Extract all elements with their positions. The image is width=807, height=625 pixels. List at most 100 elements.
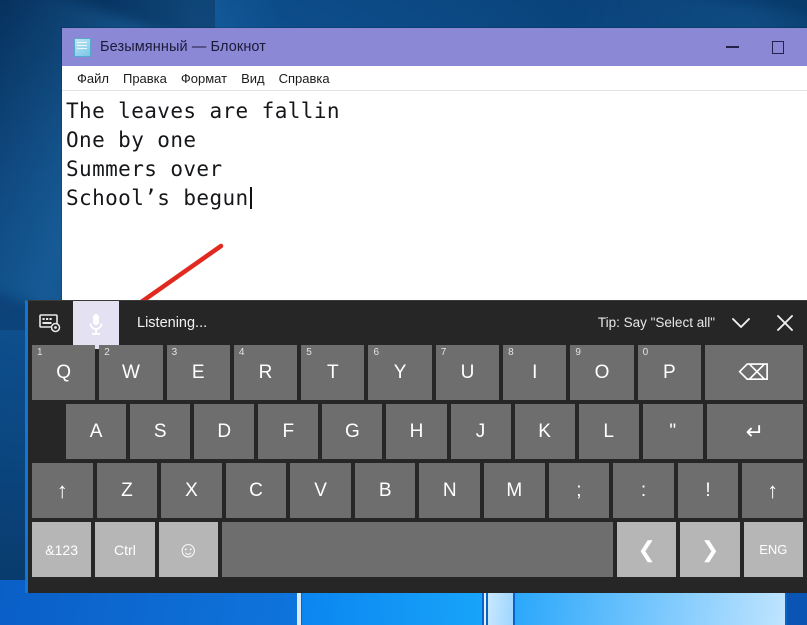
key-label: T — [327, 361, 339, 383]
key-quote[interactable]: " — [642, 404, 703, 459]
close-icon[interactable] — [765, 301, 805, 345]
key-ctrl[interactable]: Ctrl — [95, 522, 155, 577]
key-r[interactable]: 4R — [233, 345, 298, 400]
chevron-right-icon: ❯ — [700, 536, 720, 562]
keyboard-row-2: A S D F G H J K L " ↵ — [32, 404, 803, 459]
key-x[interactable]: X — [161, 463, 222, 518]
key-u[interactable]: 7U — [435, 345, 500, 400]
keyboard-row-1: 1Q 2W 3E 4R 5T 6Y 7U 8I 9O 0P ⌫ — [32, 345, 804, 400]
keyboard-keys[interactable]: 1Q 2W 3E 4R 5T 6Y 7U 8I 9O 0P ⌫ A S D F … — [28, 345, 807, 577]
key-language[interactable]: ENG — [743, 522, 803, 577]
key-label: Q — [56, 361, 72, 383]
key-label: H — [409, 420, 424, 442]
key-z[interactable]: Z — [96, 463, 158, 518]
key-label: &123 — [45, 541, 78, 558]
key-shift-left[interactable]: ↑ — [32, 463, 93, 518]
key-b[interactable]: B — [354, 463, 416, 518]
key-h[interactable]: H — [386, 404, 447, 459]
key-backspace[interactable]: ⌫ — [704, 345, 804, 400]
key-m[interactable]: M — [484, 463, 545, 518]
key-label: X — [185, 479, 198, 501]
menu-item-edit[interactable]: Правка — [116, 66, 174, 91]
key-p[interactable]: 0P — [637, 345, 701, 400]
key-g[interactable]: G — [322, 404, 383, 459]
touch-keyboard-panel[interactable]: Listening... Tip: Say "Select all" 1Q 2W… — [25, 300, 807, 593]
notepad-window[interactable]: Безымянный — Блокнот Файл Правка Формат … — [62, 28, 807, 318]
key-label: R — [258, 361, 273, 383]
menu-item-format[interactable]: Формат — [174, 66, 234, 91]
key-t[interactable]: 5T — [301, 345, 365, 400]
key-exclamation[interactable]: ! — [677, 463, 739, 518]
key-f[interactable]: F — [258, 404, 319, 459]
key-sup: 6 — [373, 347, 380, 358]
keyboard-row-3: ↑ Z X C V B N M ; : ! ↑ — [32, 463, 803, 518]
minimize-icon — [725, 46, 739, 48]
key-space[interactable] — [221, 522, 614, 577]
key-d[interactable]: D — [194, 404, 255, 459]
key-s[interactable]: S — [130, 404, 191, 459]
listening-status: Listening... — [137, 315, 208, 331]
notepad-menubar[interactable]: Файл Правка Формат Вид Справка — [62, 66, 807, 91]
microphone-button[interactable] — [73, 301, 119, 349]
key-sup: 5 — [306, 347, 312, 358]
emoji-smiley-icon: ☺ — [176, 536, 200, 562]
key-label: M — [506, 479, 523, 501]
key-w[interactable]: 2W — [99, 345, 163, 400]
key-e[interactable]: 3E — [166, 345, 230, 400]
key-emoji[interactable]: ☺ — [158, 522, 218, 577]
key-o[interactable]: 9O — [570, 345, 634, 400]
key-label: G — [345, 420, 360, 442]
key-sup: 8 — [508, 347, 514, 358]
microphone-icon — [89, 314, 103, 335]
maximize-button[interactable] — [755, 28, 801, 66]
chevron-down-icon[interactable] — [721, 301, 761, 345]
key-sup: 3 — [171, 347, 178, 358]
key-label: P — [662, 361, 676, 383]
key-y[interactable]: 6Y — [368, 345, 432, 400]
key-shift-right[interactable]: ↑ — [742, 463, 803, 518]
key-q[interactable]: 1Q — [32, 345, 96, 400]
key-i[interactable]: 8I — [503, 345, 567, 400]
key-label: ; — [576, 479, 582, 501]
key-label: ! — [705, 479, 711, 501]
notepad-text-area[interactable]: The leaves are fallin One by one Summers… — [62, 91, 807, 318]
key-j[interactable]: J — [450, 404, 511, 459]
key-l[interactable]: L — [578, 404, 639, 459]
key-label: K — [538, 420, 551, 442]
key-label: D — [217, 420, 232, 442]
key-sup: 9 — [575, 347, 581, 358]
text-line: The leaves are fallin — [66, 99, 340, 123]
text-line: Summers over — [66, 157, 223, 181]
key-colon[interactable]: : — [613, 463, 674, 518]
notepad-title: Безымянный — Блокнот — [100, 39, 267, 55]
key-v[interactable]: V — [290, 463, 351, 518]
key-enter[interactable]: ↵ — [706, 404, 803, 459]
menu-item-file[interactable]: Файл — [70, 66, 116, 91]
key-c[interactable]: C — [225, 463, 287, 518]
text-line: School’s begun — [66, 186, 249, 210]
key-label: B — [378, 479, 392, 501]
voice-tip-text: Tip: Say "Select all" — [597, 315, 715, 330]
key-symbols[interactable]: &123 — [32, 522, 92, 577]
key-n[interactable]: N — [419, 463, 481, 518]
keyboard-settings-icon[interactable] — [32, 301, 68, 345]
key-arrow-left[interactable]: ❮ — [617, 522, 677, 577]
key-sup: 7 — [440, 347, 447, 358]
row-indent-spacer — [32, 404, 62, 459]
key-semicolon[interactable]: ; — [548, 463, 610, 518]
key-arrow-right[interactable]: ❯ — [680, 522, 740, 577]
minimize-button[interactable] — [709, 28, 755, 66]
voice-typing-toolbar[interactable]: Listening... Tip: Say "Select all" — [28, 301, 807, 349]
key-a[interactable]: A — [66, 404, 127, 459]
key-label: O — [594, 361, 610, 383]
key-k[interactable]: K — [514, 404, 575, 459]
enter-icon: ↵ — [745, 418, 765, 444]
shift-up-icon: ↑ — [56, 477, 68, 503]
key-label: W — [121, 361, 140, 383]
notepad-titlebar[interactable]: Безымянный — Блокнот — [62, 28, 807, 66]
menu-item-view[interactable]: Вид — [234, 66, 272, 91]
key-label: I — [532, 361, 538, 383]
menu-item-help[interactable]: Справка — [272, 66, 337, 91]
key-label: Z — [121, 479, 133, 501]
key-label: F — [282, 420, 295, 442]
